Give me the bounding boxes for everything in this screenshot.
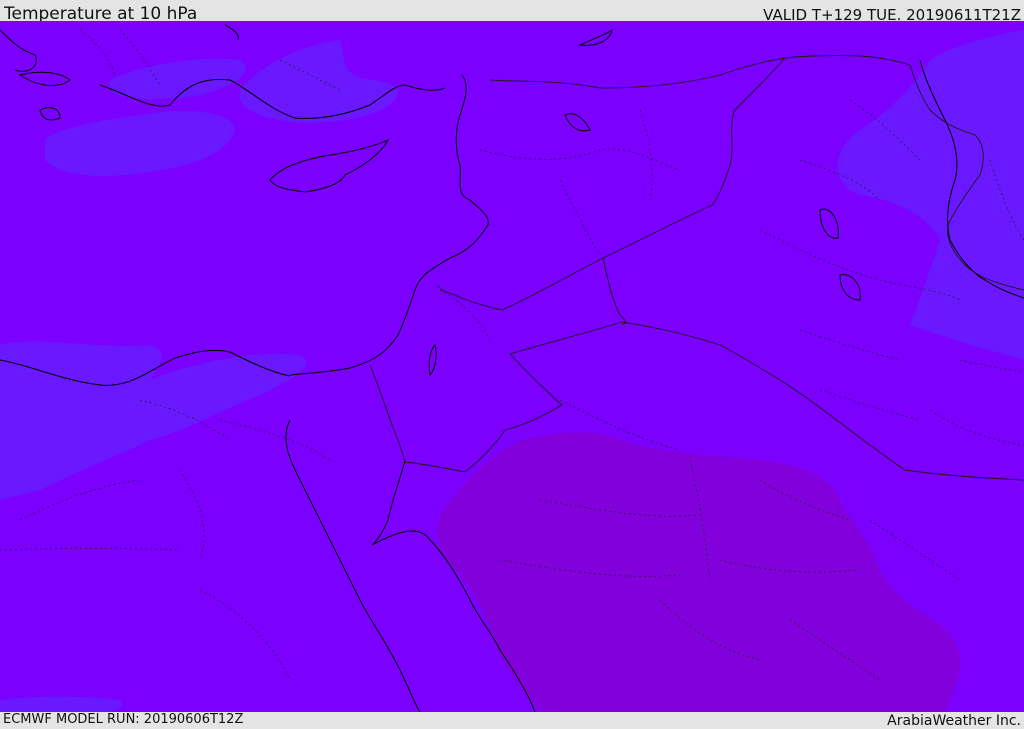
model-run-label: ECMWF MODEL RUN: 20190606T12Z [3, 712, 244, 727]
footer-bar: ECMWF MODEL RUN: 20190606T12Z ArabiaWeat… [0, 712, 1024, 729]
temperature-map-svg [0, 21, 1024, 712]
header-bar: Temperature at 10 hPa VALID T+129 TUE. 2… [0, 0, 1024, 24]
cool-field-south-west [0, 696, 122, 712]
credit-label: ArabiaWeather Inc. [887, 713, 1021, 729]
map-canvas [0, 21, 1024, 712]
map-figure: Temperature at 10 hPa VALID T+129 TUE. 2… [0, 0, 1024, 729]
